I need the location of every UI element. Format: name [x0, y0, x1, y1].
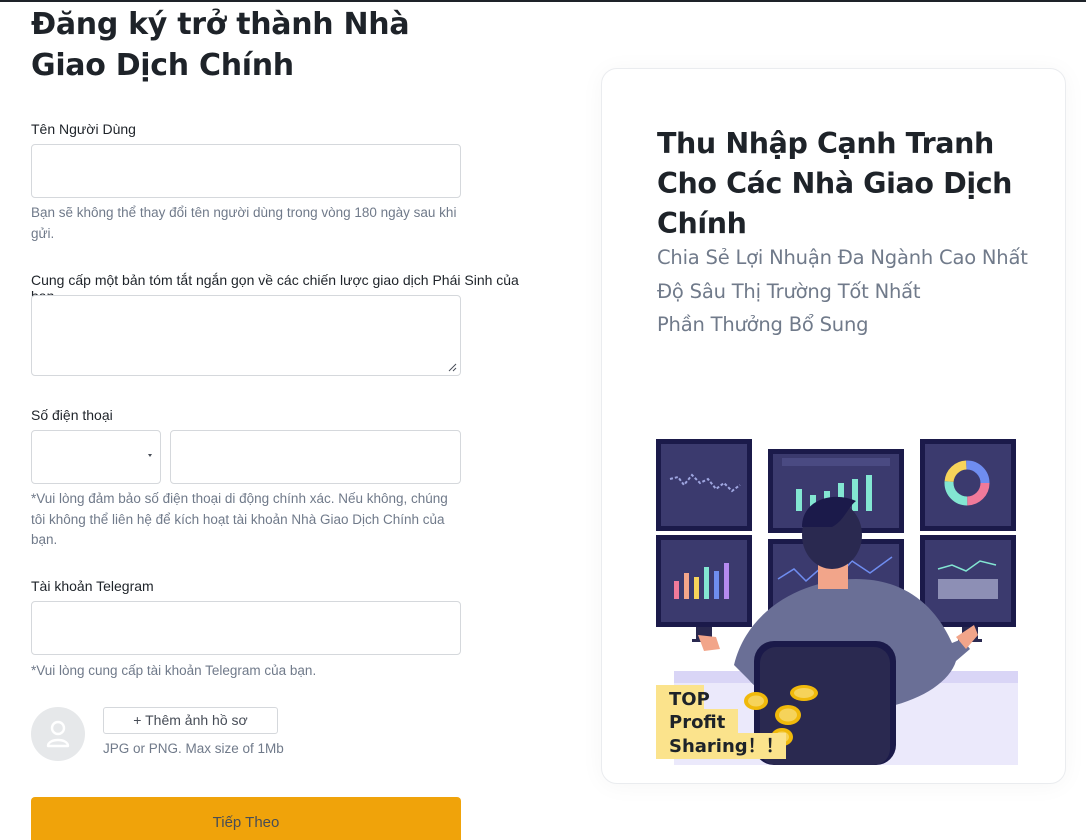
- badge-line-3: Sharing！！: [669, 736, 784, 757]
- monitor-top-left: [656, 439, 752, 531]
- telegram-hint: *Vui lòng cung cấp tài khoản Telegram củ…: [31, 663, 317, 678]
- trader-illustration: TOP Profit Sharing！！: [656, 439, 1018, 765]
- phone-label: Số điện thoại: [31, 407, 113, 423]
- caret-down-icon: [148, 454, 152, 457]
- monitor-top-right: [920, 439, 1016, 531]
- badge-line-1: TOP: [669, 689, 710, 710]
- phone-input[interactable]: [170, 430, 461, 484]
- telegram-input[interactable]: [31, 601, 461, 655]
- add-profile-photo-button[interactable]: + Thêm ảnh hồ sơ: [103, 707, 278, 734]
- username-hint: Bạn sẽ không thể thay đổi tên người dùng…: [31, 205, 457, 241]
- user-icon: [46, 720, 70, 748]
- promo-card: Thu Nhập Cạnh Tranh Cho Các Nhà Giao Dịc…: [601, 68, 1066, 784]
- phone-hint: *Vui lòng đảm bảo số điện thoại di động …: [31, 491, 448, 547]
- avatar: [31, 707, 85, 761]
- monitor-bottom-right: [920, 535, 1016, 627]
- next-button[interactable]: Tiếp Theo: [31, 797, 461, 840]
- strategy-textarea[interactable]: [31, 295, 461, 376]
- country-code-select[interactable]: [31, 430, 161, 484]
- benefit-item: Phần Thưởng Bổ Sung: [657, 313, 869, 336]
- top-border: [0, 0, 1086, 2]
- badge-line-2: Profit: [669, 712, 726, 733]
- benefit-item: Chia Sẻ Lợi Nhuận Đa Ngành Cao Nhất: [657, 246, 1028, 269]
- resize-grip-icon[interactable]: [448, 363, 457, 372]
- username-label: Tên Người Dùng: [31, 121, 136, 137]
- page-title: Đăng ký trở thành Nhà Giao Dịch Chính: [31, 7, 410, 83]
- telegram-label: Tài khoản Telegram: [31, 578, 154, 594]
- benefits-list: Chia Sẻ Lợi Nhuận Đa Ngành Cao Nhất Độ S…: [657, 241, 1028, 342]
- upload-hint: JPG or PNG. Max size of 1Mb: [103, 741, 284, 756]
- card-title: Thu Nhập Cạnh Tranh Cho Các Nhà Giao Dịc…: [657, 127, 1013, 240]
- username-input[interactable]: [31, 144, 461, 198]
- monitor-bottom-left: [656, 535, 752, 627]
- benefit-item: Độ Sâu Thị Trường Tốt Nhất: [657, 279, 921, 303]
